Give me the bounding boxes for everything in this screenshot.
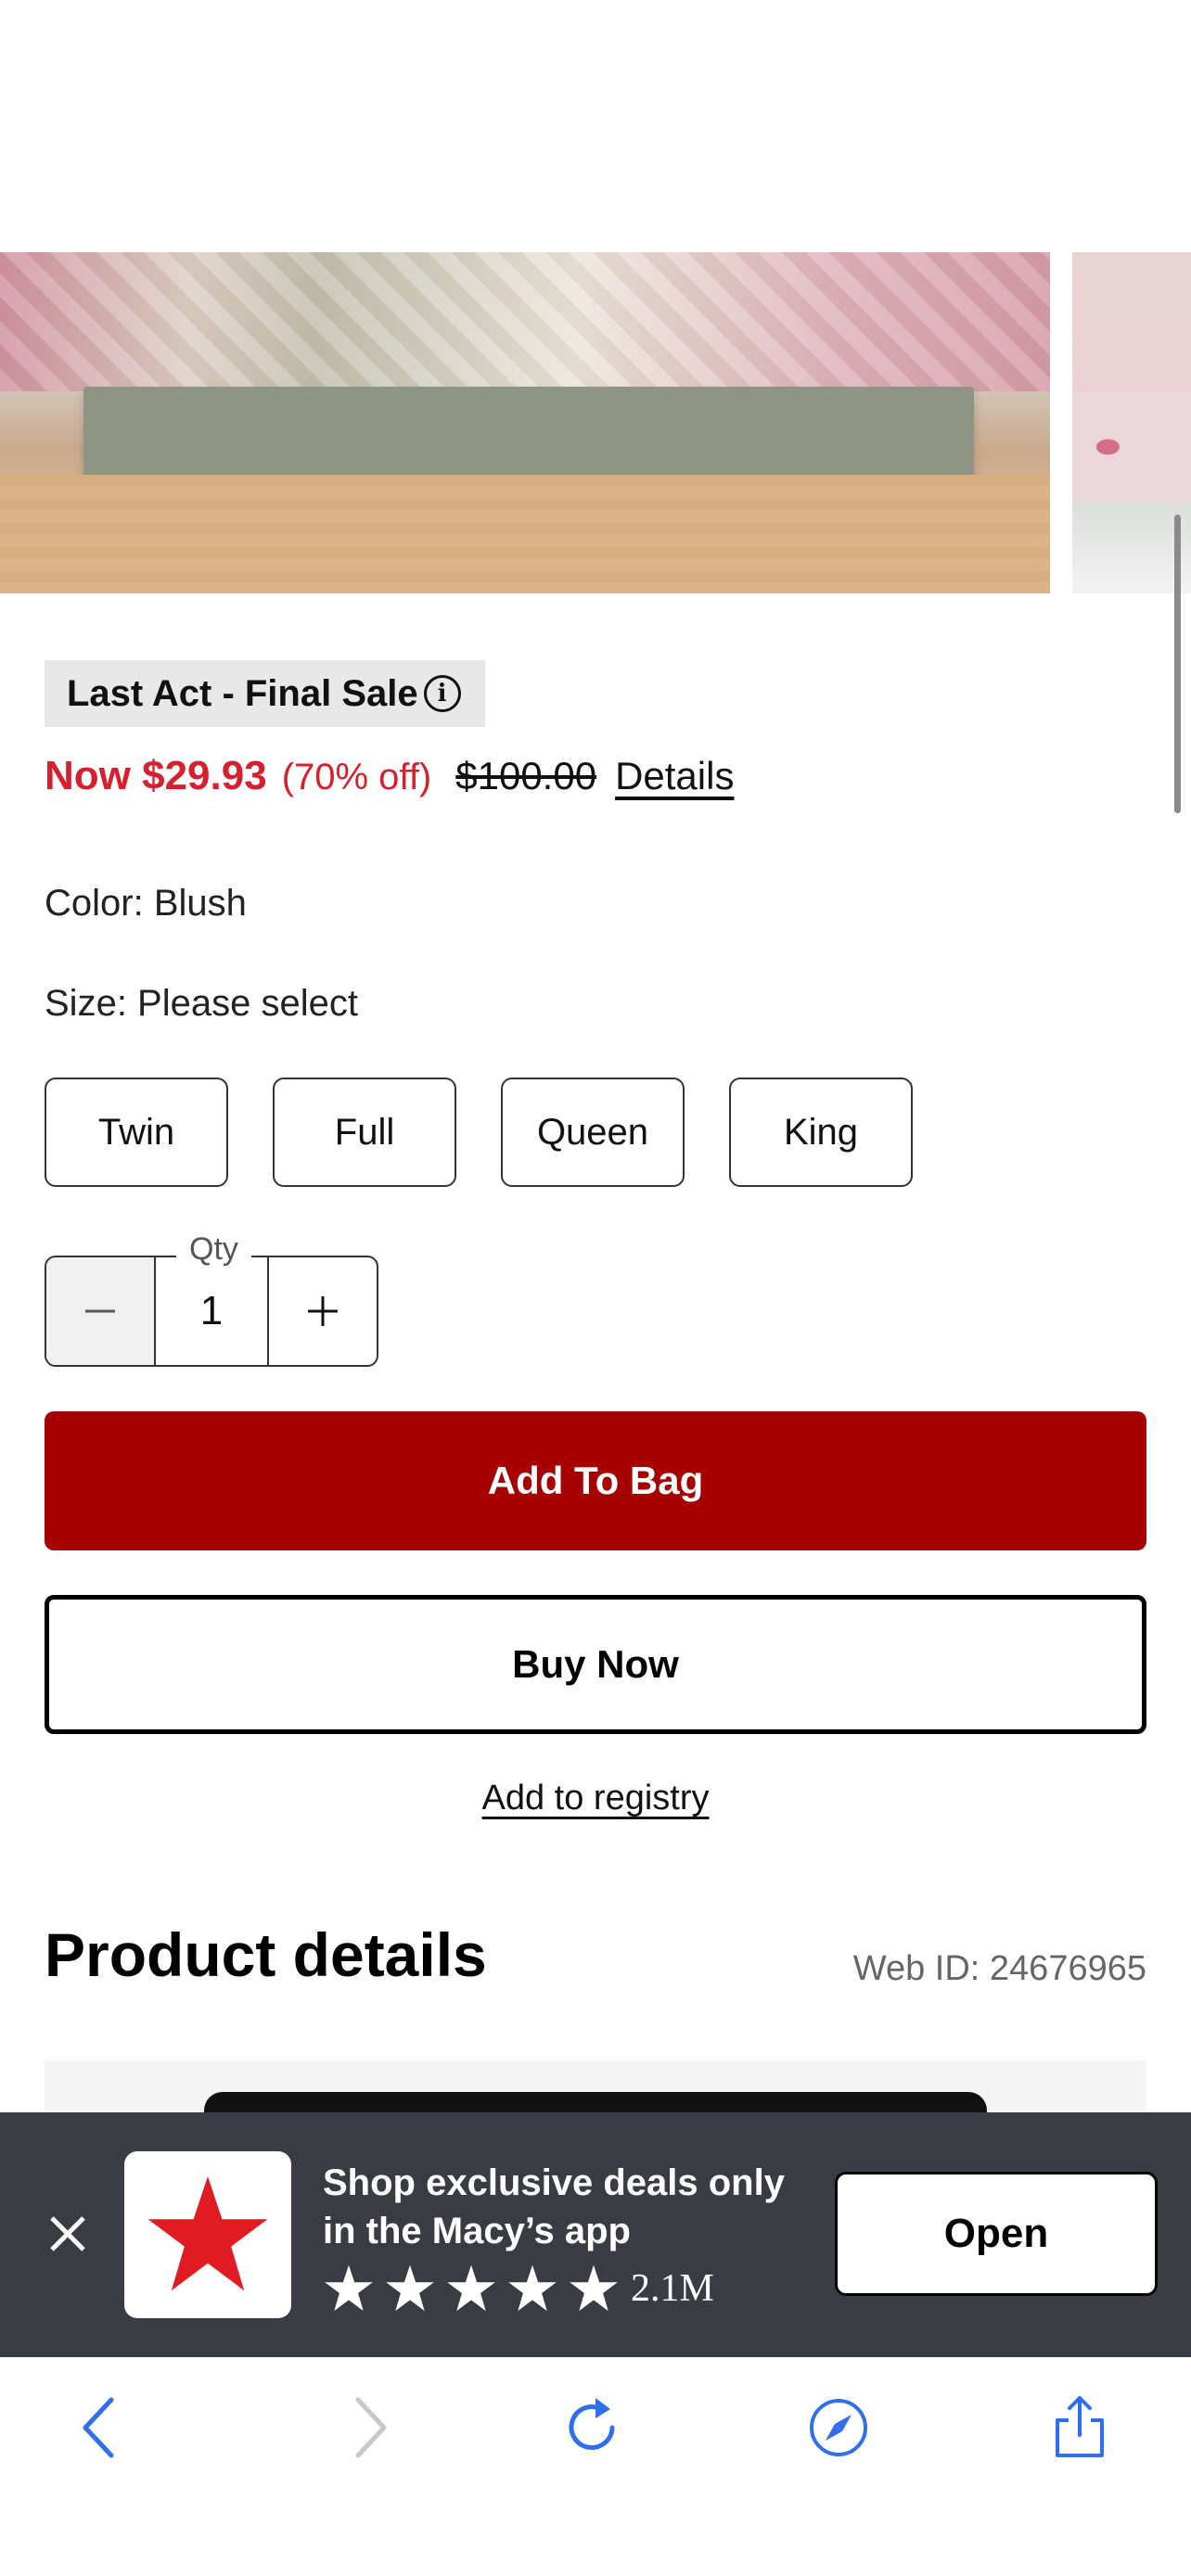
qty-decrement-button[interactable] [46, 1257, 156, 1365]
discount-percent: (70% off) [281, 757, 432, 797]
add-to-bag-button[interactable]: Add To Bag [45, 1411, 1146, 1550]
star-icon [508, 2264, 557, 2312]
next-product-image[interactable] [1072, 252, 1191, 593]
size-option-twin[interactable]: Twin [45, 1078, 228, 1187]
product-details-title: Product details [45, 1920, 487, 1989]
qty-value[interactable]: 1 [156, 1257, 269, 1365]
add-to-registry-link[interactable]: Add to registry [482, 1779, 710, 1817]
size-option-queen[interactable]: Queen [501, 1078, 685, 1187]
web-id: Web ID: 24676965 [852, 1949, 1146, 1988]
product-image-floor [0, 475, 1050, 593]
next-image-detail [1072, 391, 1191, 503]
selected-color: Color: Blush [45, 883, 247, 924]
price-details-link[interactable]: Details [615, 754, 734, 798]
minus-icon [85, 1309, 115, 1313]
plus-icon [308, 1296, 338, 1326]
open-app-button[interactable]: Open [835, 2172, 1158, 2296]
info-icon[interactable]: i [423, 675, 461, 712]
sale-price: Now $29.93 [45, 753, 267, 798]
product-image-bedskirt [83, 387, 974, 489]
product-image[interactable] [0, 252, 1050, 593]
badge-label: Last Act - Final Sale [67, 672, 418, 714]
macys-app-icon [124, 2151, 291, 2318]
browser-toolbar [0, 2357, 1191, 2576]
final-sale-badge: Last Act - Final Sale i [45, 660, 485, 727]
product-image-carousel[interactable] [0, 252, 1191, 595]
back-icon[interactable] [65, 2391, 139, 2465]
qty-label: Qty [176, 1231, 251, 1268]
size-option-full[interactable]: Full [273, 1078, 456, 1187]
original-price: $100.00 [455, 754, 597, 797]
star-icon [447, 2264, 495, 2312]
app-rating: 2.1M [323, 2263, 714, 2315]
star-icon [386, 2264, 434, 2312]
app-download-banner: Shop exclusive deals only in the Macy’s … [0, 2112, 1191, 2357]
registry-row: Add to registry [0, 1779, 1191, 1818]
size-prompt: Size: Please select [45, 983, 358, 1024]
compass-icon[interactable] [801, 2391, 876, 2465]
share-icon[interactable] [1043, 2391, 1117, 2465]
reload-icon[interactable] [558, 2391, 633, 2465]
rating-count: 2.1M [631, 2267, 714, 2310]
star-icon [570, 2264, 618, 2312]
buy-now-button[interactable]: Buy Now [45, 1595, 1146, 1734]
price-row: Now $29.93 (70% off) $100.00 Details [45, 753, 734, 814]
product-details-panel [45, 2060, 1146, 2129]
size-option-king[interactable]: King [729, 1078, 913, 1187]
page-scrollbar[interactable] [1174, 515, 1181, 813]
size-options: Twin Full Queen King [45, 1078, 913, 1187]
banner-message: Shop exclusive deals only in the Macy’s … [323, 2162, 785, 2251]
qty-increment-button[interactable] [269, 1257, 377, 1365]
quantity-stepper: Qty 1 [45, 1231, 378, 1367]
product-image-quilt [0, 252, 1050, 391]
forward-icon[interactable] [330, 2391, 404, 2465]
macys-star-icon [147, 2176, 268, 2291]
star-icon [325, 2264, 373, 2312]
close-icon[interactable] [45, 2211, 91, 2257]
